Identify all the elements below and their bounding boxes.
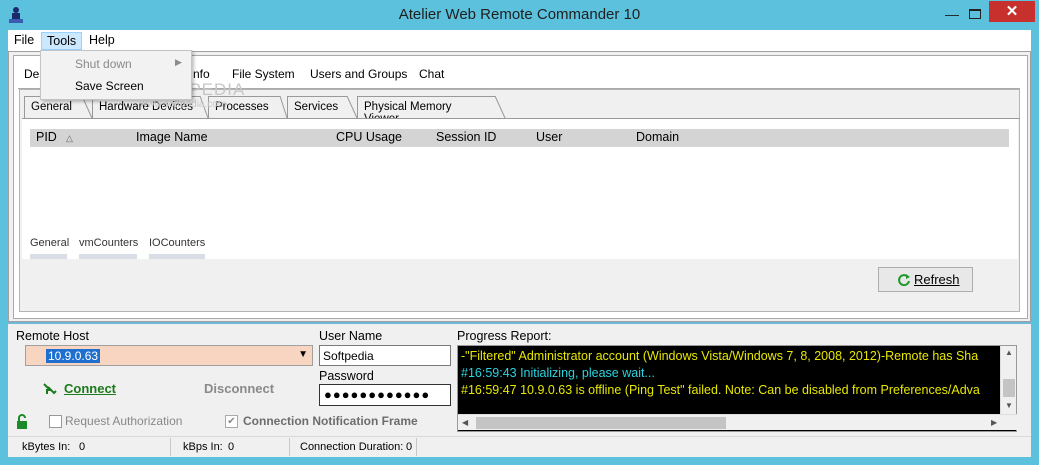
kbps-in-label: kBps In: [183,441,223,453]
softpedia-watermark-url: www.softpedia.com [140,99,227,110]
column-image-name[interactable]: Image Name [136,130,208,144]
column-domain[interactable]: Domain [636,130,679,144]
request-authorization-label: Request Authorization [65,414,183,428]
connection-duration-value: 0 [406,441,413,453]
log-vertical-scrollbar[interactable]: ▲ ▼ [1000,346,1016,414]
scroll-up-icon[interactable]: ▲ [1005,348,1013,357]
user-name-label: User Name [319,329,383,343]
process-list[interactable] [30,147,1009,229]
menu-help[interactable]: Help [84,32,120,50]
status-separator [289,438,290,456]
detail-tab-general-bar [30,254,67,259]
window-border-right [1031,30,1039,457]
log-vertical-scroll-thumb[interactable] [1003,379,1015,397]
maximize-icon [969,9,981,19]
remote-host-value: 10.9.0.63 [46,349,101,363]
log-horizontal-scroll-thumb[interactable] [476,417,726,429]
chevron-down-icon[interactable]: ▼ [298,349,308,360]
remote-host-combobox[interactable]: 10.9.0.63 ▼ [25,345,313,366]
refresh-icon [898,274,910,287]
column-user[interactable]: User [536,130,562,144]
column-cpu-usage[interactable]: CPU Usage [336,130,402,144]
tab-services[interactable]: Services [287,96,347,118]
kbytes-in-value: 0 [79,441,86,453]
detail-tab-iocounters-bar [149,254,205,259]
tools-dropdown-menu: Shut down ▶ Save Screen [40,50,192,100]
connection-notification-label: Connection Notification Frame [243,414,418,428]
menu-item-shut-down[interactable]: Shut down [75,57,132,71]
disconnect-button[interactable]: Disconnect [204,381,274,396]
tab-users-and-groups[interactable]: Users and Groups [310,67,407,87]
detail-tab-vmcounters[interactable]: vmCounters [79,237,138,249]
log-line: #16:59:47 10.9.0.63 is offline (Ping Tes… [461,383,980,397]
submenu-arrow-icon: ▶ [175,57,182,67]
status-separator [416,438,417,456]
status-separator [170,438,171,456]
sort-ascending-icon: △ [66,133,73,143]
minimize-button[interactable]: — [942,5,962,23]
refresh-label: Refresh [914,272,960,287]
request-authorization-checkbox[interactable] [49,415,62,428]
status-bar [8,436,1031,457]
window-border-left [0,30,8,457]
refresh-button[interactable]: Refresh [878,267,973,292]
menu-file[interactable]: File [9,32,39,50]
column-pid[interactable]: PID [36,130,57,144]
connection-duration-label: Connection Duration: [300,441,404,453]
connect-label: Connect [64,381,116,396]
close-button[interactable]: ✕ [989,1,1035,22]
password-label: Password [319,369,374,383]
tab-physical-memory-viewer[interactable]: Physical Memory Viewer [357,96,495,125]
log-line: #16:59:43 Initializing, please wait... [461,366,655,380]
connect-button[interactable]: Connect [42,380,132,398]
password-field[interactable]: ●●●●●●●●●●●● [319,384,451,406]
column-session-id[interactable]: Session ID [436,130,496,144]
unlock-icon[interactable] [16,414,30,430]
scroll-right-icon[interactable]: ▶ [991,418,997,427]
window-border-bottom [0,457,1039,465]
scroll-down-icon[interactable]: ▼ [1005,401,1013,410]
connection-notification-checkbox[interactable]: ✔ [225,415,238,428]
connect-icon [43,383,57,395]
menu-tools[interactable]: Tools [41,32,83,50]
remote-host-label: Remote Host [16,329,89,343]
detail-tab-vmcounters-bar [79,254,137,259]
kbps-in-value: 0 [228,441,235,453]
log-horizontal-scrollbar[interactable]: ◀ ▶ [458,414,1017,430]
window-title: Atelier Web Remote Commander 10 [398,6,641,23]
detail-tab-iocounters[interactable]: IOCounters [149,237,205,249]
tab-chat[interactable]: Chat [419,67,444,87]
kbytes-in-label: kBytes In: [22,441,71,453]
menu-bar: File Tools Help [8,30,1031,51]
progress-report-label: Progress Report: [457,329,552,343]
scroll-left-icon[interactable]: ◀ [462,418,468,427]
user-name-field[interactable]: Softpedia [319,345,451,366]
menu-item-save-screen[interactable]: Save Screen [75,79,144,93]
maximize-button[interactable] [965,5,985,23]
log-line: -"Filtered" Administrator account (Windo… [461,349,979,363]
detail-tab-general[interactable]: General [30,237,69,249]
